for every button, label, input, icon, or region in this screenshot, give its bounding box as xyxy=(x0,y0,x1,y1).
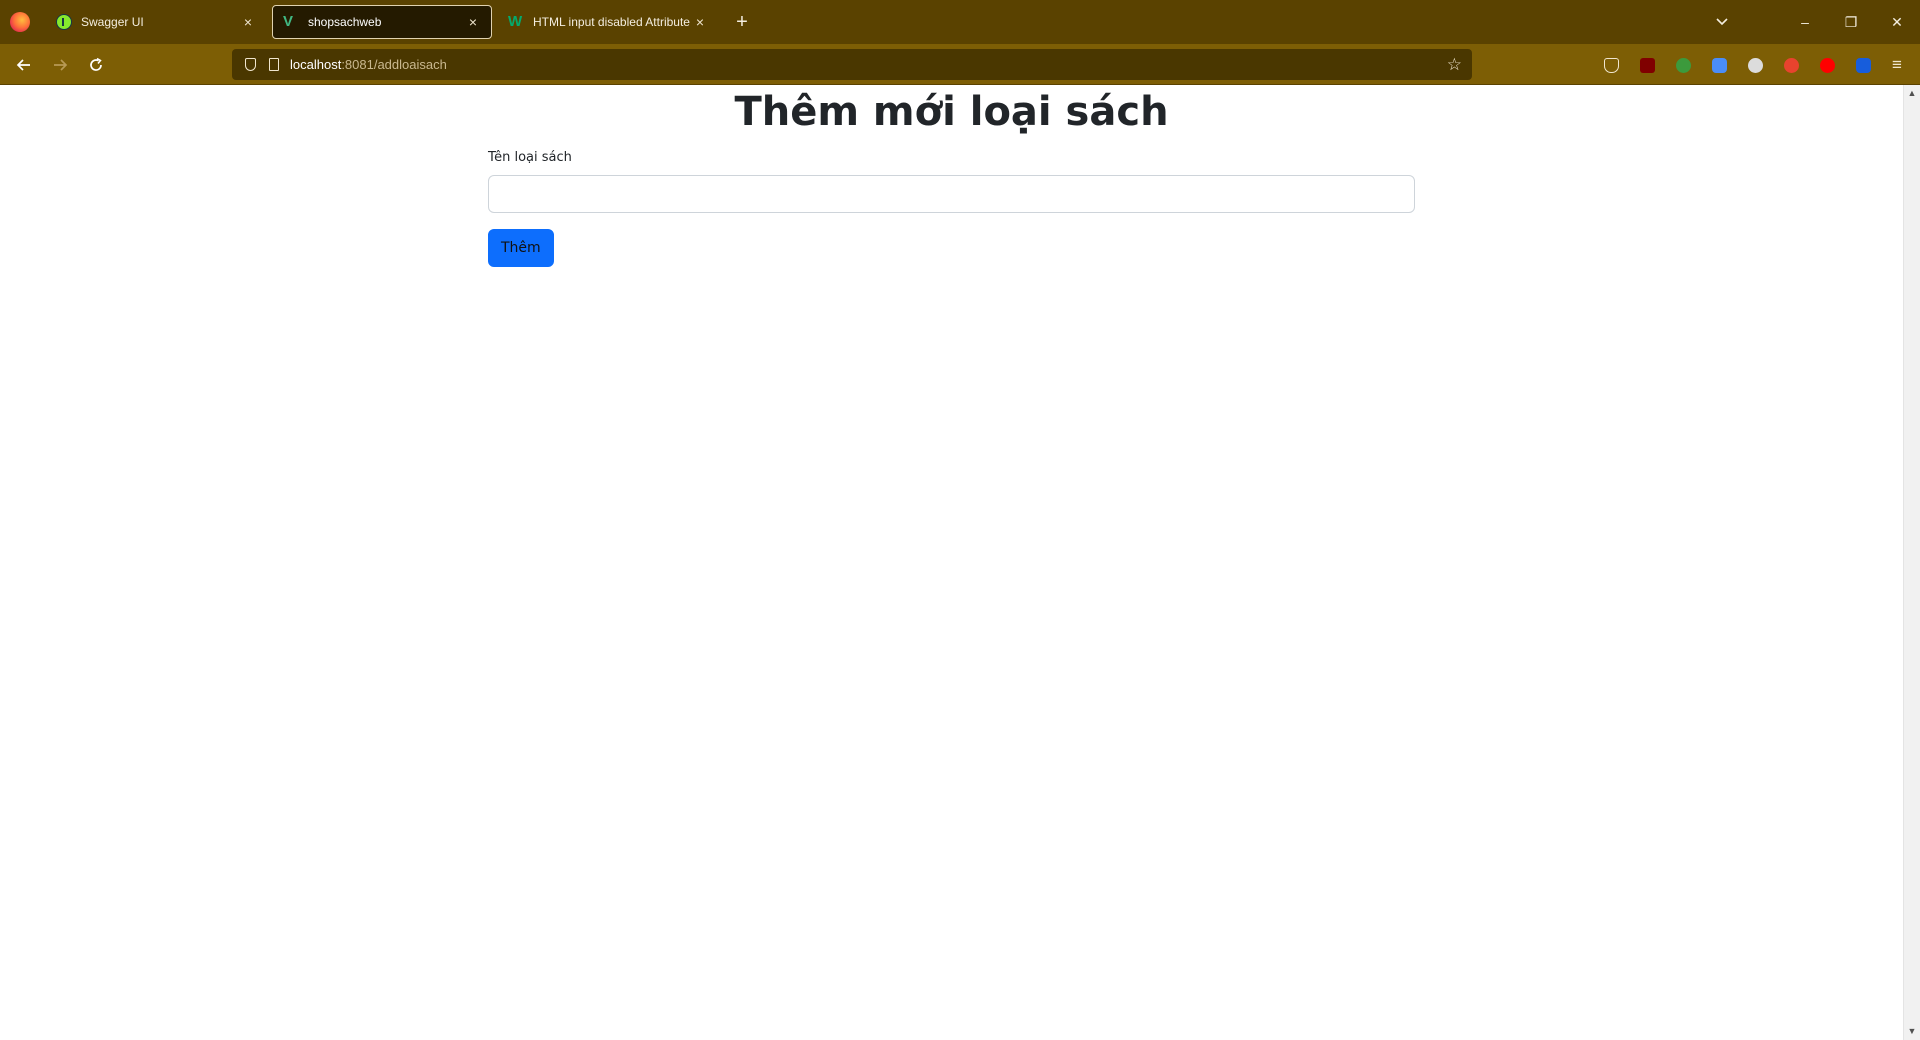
window-controls: – ❐ ✕ xyxy=(1782,0,1920,44)
w3schools-icon: W xyxy=(508,13,523,30)
restore-button[interactable]: ❐ xyxy=(1828,0,1874,44)
swagger-icon xyxy=(56,14,72,30)
tab-swagger[interactable]: Swagger UI × xyxy=(46,5,266,39)
tab-html-input-disabled[interactable]: W HTML input disabled Attribute × xyxy=(498,5,718,39)
tab-shopsachweb[interactable]: V shopsachweb × xyxy=(272,5,492,39)
vue-icon: V xyxy=(283,13,294,30)
youtube-extension-icon[interactable] xyxy=(1814,53,1840,77)
page-title: Thêm mới loại sách xyxy=(734,89,1169,135)
url-host: localhost xyxy=(290,57,342,72)
list-all-tabs-chevron-icon[interactable] xyxy=(1710,0,1734,44)
power-extension-icon[interactable] xyxy=(1778,53,1804,77)
back-button[interactable] xyxy=(10,51,38,79)
tab-close-icon[interactable]: × xyxy=(240,14,256,30)
back-arrow-icon xyxy=(16,59,30,71)
globe-extension-icon[interactable] xyxy=(1670,53,1696,77)
tab-strip: Swagger UI × V shopsachweb × W HTML inpu… xyxy=(0,0,1920,44)
bitwarden-icon[interactable] xyxy=(1850,53,1876,77)
new-tab-button[interactable]: + xyxy=(730,10,754,34)
add-button[interactable]: Thêm xyxy=(488,229,554,267)
eye-extension-icon[interactable] xyxy=(1742,53,1768,77)
tracking-protection-shield-icon[interactable] xyxy=(242,57,258,73)
navigation-toolbar: localhost:8081/addloaisach ☆ ≡ xyxy=(0,44,1920,85)
form-container: Thêm mới loại sách Tên loại sách Thêm xyxy=(488,85,1415,267)
tab-close-icon[interactable]: × xyxy=(465,14,481,30)
translate-icon[interactable] xyxy=(1706,53,1732,77)
book-category-name-label: Tên loại sách xyxy=(488,150,572,165)
extensions-toolbar xyxy=(1598,53,1876,77)
scroll-down-arrow-icon[interactable]: ▼ xyxy=(1904,1023,1920,1040)
page-content: Thêm mới loại sách Tên loại sách Thêm xyxy=(0,85,1903,1040)
minimize-button[interactable]: – xyxy=(1782,0,1828,44)
book-category-name-input[interactable] xyxy=(488,175,1415,213)
forward-button[interactable] xyxy=(46,51,74,79)
url-text[interactable]: localhost:8081/addloaisach xyxy=(290,57,447,72)
tab-label: Swagger UI xyxy=(81,15,144,29)
tab-label: shopsachweb xyxy=(308,15,382,29)
firefox-logo-icon[interactable] xyxy=(10,12,30,32)
reload-button[interactable] xyxy=(82,51,110,79)
bookmark-star-icon[interactable]: ☆ xyxy=(1447,55,1462,75)
page-info-icon[interactable] xyxy=(266,57,282,73)
vertical-scrollbar[interactable]: ▲ ▼ xyxy=(1903,85,1920,1040)
reload-icon xyxy=(90,57,102,71)
tab-label: HTML input disabled Attribute xyxy=(533,15,690,29)
close-window-button[interactable]: ✕ xyxy=(1874,0,1920,44)
address-bar[interactable]: localhost:8081/addloaisach ☆ xyxy=(232,49,1472,80)
url-path: :8081/addloaisach xyxy=(341,57,447,72)
forward-arrow-icon xyxy=(54,59,68,71)
app-menu-hamburger-icon[interactable]: ≡ xyxy=(1884,53,1910,77)
scroll-up-arrow-icon[interactable]: ▲ xyxy=(1904,85,1920,102)
tab-close-icon[interactable]: × xyxy=(692,14,708,30)
ublock-icon[interactable] xyxy=(1634,53,1660,77)
pocket-icon[interactable] xyxy=(1598,53,1624,77)
